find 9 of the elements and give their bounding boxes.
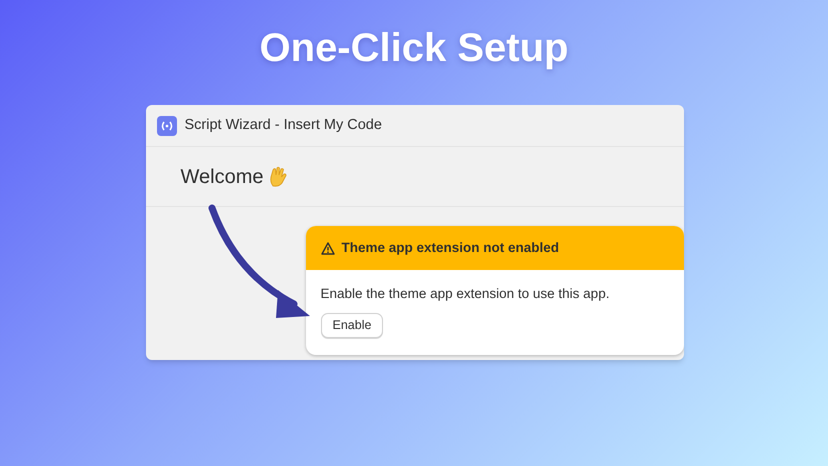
- banner-message: Enable the theme app extension to use this app.: [320, 285, 610, 303]
- enable-button[interactable]: Enable: [320, 313, 384, 338]
- headline: One-Click Setup: [260, 25, 568, 72]
- waving-hand-icon: [268, 166, 288, 188]
- window-title: Script Wizard - Insert My Code: [184, 116, 382, 135]
- banner-title: Theme app extension not enabled: [342, 238, 560, 257]
- warning-icon: [320, 242, 334, 254]
- page-heading: Welcome: [180, 164, 264, 190]
- app-logo-icon: [156, 116, 176, 136]
